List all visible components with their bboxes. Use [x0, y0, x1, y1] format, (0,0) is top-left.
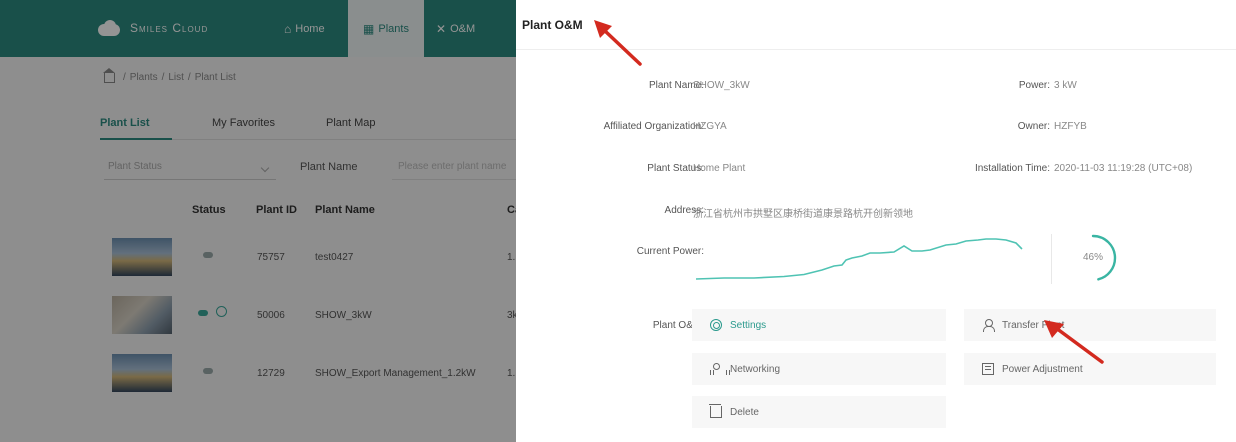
user-icon [982, 319, 995, 332]
plant-id-cell: 12729 [257, 368, 285, 379]
tab-my-favorites[interactable]: My Favorites [212, 117, 275, 129]
breadcrumb-plant-list: Plant List [194, 72, 236, 83]
plant-id-cell: 75757 [257, 252, 285, 263]
transfer-plant-button-label: Transfer Plant [1002, 319, 1065, 331]
plant-name-filter-label: Plant Name [300, 161, 358, 173]
drawer-header: Plant O&M [516, 0, 1236, 50]
nav-plants-label: Plants [378, 22, 409, 35]
breadcrumb-list[interactable]: List [168, 72, 184, 83]
plant-thumbnail [112, 296, 172, 334]
breadcrumb: / Plants / List / Plant List [103, 67, 236, 83]
power-value: 3 kW [1054, 80, 1077, 91]
plant-thumbnail [112, 238, 172, 276]
org-value: HZGYA [693, 121, 727, 132]
header-plant-id: Plant ID [256, 204, 297, 216]
owner-value: HZFYB [1054, 121, 1087, 132]
breadcrumb-plants[interactable]: Plants [130, 72, 158, 83]
plant-om-drawer: Plant O&M Plant Name: SHOW_3kW Power: 3 … [516, 0, 1236, 442]
power-divider [1051, 234, 1052, 284]
current-power-sparkline [695, 238, 1023, 280]
drawer-title: Plant O&M [522, 18, 583, 32]
installation-time-label: Installation Time: [974, 163, 1050, 174]
power-adjustment-button-label: Power Adjustment [1002, 363, 1083, 375]
power-percentage-text: 46% [1082, 252, 1103, 263]
table-row[interactable]: 75757 test0427 1. [100, 228, 520, 288]
header-status: Status [192, 204, 226, 216]
header-plant-name: Plant Name [315, 204, 375, 216]
table-row[interactable]: 12729 SHOW_Export Management_1.2kW 1. [100, 344, 520, 404]
power-adjustment-button[interactable]: Power Adjustment [964, 353, 1216, 385]
plant-tabs: Plant List My Favorites Plant Map [100, 110, 520, 140]
capacity-cell: 1. [507, 252, 516, 263]
plant-name-cell[interactable]: test0427 [315, 252, 353, 263]
networking-button-label: Networking [730, 363, 781, 375]
status-icon [203, 368, 213, 374]
owner-label: Owner: [1017, 121, 1050, 132]
table-row[interactable]: 50006 SHOW_3kW 3k [100, 286, 520, 346]
address-value: 浙江省杭州市拱墅区康桥街道康景路杭开创新领地 [693, 209, 913, 220]
plant-id-cell: 50006 [257, 310, 285, 321]
tools-icon: ✕ [436, 21, 447, 36]
breadcrumb-home-icon[interactable] [103, 67, 115, 83]
plant-name-cell[interactable]: SHOW_3kW [315, 310, 372, 321]
nav-om-label: O&M [450, 22, 476, 35]
brand-name: Smiles Cloud [130, 21, 209, 35]
status-check-icon [216, 306, 227, 317]
org-label: Affiliated Organization: [603, 121, 704, 132]
networking-button[interactable]: Networking [692, 353, 946, 385]
nav-om[interactable]: ✕ O&M [436, 0, 475, 57]
settings-button-label: Settings [730, 319, 767, 331]
brand-logo[interactable]: Smiles Cloud [96, 20, 208, 36]
capacity-cell: 1. [507, 368, 516, 379]
nav-home[interactable]: ⌂ Home [284, 0, 325, 57]
power-label: Power: [1018, 80, 1050, 91]
plant-thumbnail [112, 354, 172, 392]
nav-home-label: Home [295, 22, 325, 35]
home-icon: ⌂ [284, 21, 292, 36]
settings-button[interactable]: Settings [692, 309, 946, 341]
delete-button-label: Delete [730, 406, 759, 418]
plant-name-value: SHOW_3kW [693, 80, 750, 91]
delete-button[interactable]: Delete [692, 396, 946, 428]
transfer-plant-button[interactable]: Transfer Plant [964, 309, 1216, 341]
tab-plant-map[interactable]: Plant Map [326, 117, 376, 129]
cloud-logo-icon [96, 20, 122, 36]
plant-status-select[interactable]: Plant Status [104, 156, 276, 180]
trash-icon [709, 404, 722, 418]
plant-name-input[interactable]: Please enter plant name [392, 156, 516, 180]
nav-plants[interactable]: ▦ Plants [348, 0, 424, 57]
active-tab-indicator [100, 138, 172, 140]
plants-icon: ▦ [363, 21, 375, 36]
plant-status-value: Home Plant [693, 163, 746, 174]
gear-icon [710, 319, 722, 331]
installation-time-value: 2020-11-03 11:19:28 (UTC+08) [1054, 163, 1193, 174]
status-icon [198, 310, 208, 316]
tab-plant-list[interactable]: Plant List [100, 117, 150, 129]
plant-name-cell[interactable]: SHOW_Export Management_1.2kW [315, 368, 476, 379]
status-icon [203, 252, 213, 258]
network-icon [710, 363, 730, 375]
power-adjust-icon [982, 363, 994, 375]
